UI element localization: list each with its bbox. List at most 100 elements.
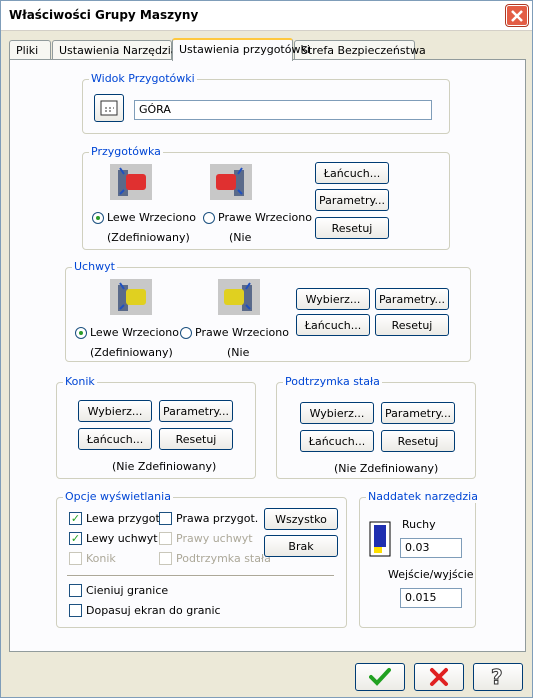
cross-icon (430, 668, 448, 686)
fit-screen-checkbox[interactable]: Dopasuj ekran do granic (69, 604, 221, 617)
checkbox-box (159, 552, 172, 565)
checkbox-label: Dopasuj ekran do granic (86, 604, 221, 617)
widok-title: Widok Przygotówki (89, 72, 197, 85)
konik-title: Konik (63, 375, 97, 388)
checkbox-label: Lewa przygot. (86, 512, 164, 525)
przygotowka-title: Przygotówka (89, 145, 163, 158)
close-icon (511, 9, 523, 22)
checkbox-box: ✓ (69, 532, 82, 545)
steadyrest-reset-button[interactable]: Resetuj (381, 430, 455, 452)
checkbox-box (159, 512, 172, 525)
view-select-button[interactable] (94, 94, 124, 122)
right-stock-icon (210, 164, 252, 203)
steadyrest-params-button[interactable]: Parametry... (381, 402, 455, 424)
tailstock-select-button[interactable]: Wybierz... (78, 400, 152, 422)
tailstock-chain-button[interactable]: Łańcuch... (78, 428, 152, 450)
chuck-left-spindle-radio[interactable]: Lewe Wrzeciono (75, 326, 179, 339)
help-button[interactable]: ? (473, 663, 523, 691)
tab-ustawienia-przygotowki[interactable]: Ustawienia przygotówki (172, 38, 310, 61)
stock-left-status: (Zdefiniowany) (107, 231, 190, 244)
naddatek-title: Naddatek narzędzia (366, 490, 480, 503)
chuck-chain-button[interactable]: Łańcuch... (296, 314, 370, 336)
radio-dot (92, 211, 104, 224)
radio-label: Prawe Wrzeciono (218, 211, 312, 224)
radio-label: Lewe Wrzeciono (90, 326, 179, 339)
stock-chain-button[interactable]: Łańcuch... (315, 162, 389, 184)
show-right-stock-checkbox[interactable]: Prawa przygot. (159, 512, 258, 525)
tab-pliki[interactable]: Pliki (9, 40, 51, 60)
left-stock-icon (110, 164, 152, 203)
select-none-button[interactable]: Brak (264, 535, 338, 557)
checkbox-label: Konik (86, 552, 116, 565)
checkbox-box (69, 604, 82, 617)
podtrzymka-title: Podtrzymka stała (283, 375, 382, 388)
chuck-select-button[interactable]: Wybierz... (296, 288, 370, 310)
stock-params-button[interactable]: Parametry... (315, 189, 389, 211)
checkbox-label: Prawa przygot. (176, 512, 259, 525)
checkbox-box (69, 552, 82, 565)
show-left-stock-checkbox[interactable]: ✓ Lewa przygot. (69, 512, 163, 525)
stock-right-spindle-radio[interactable]: Prawe Wrzeciono (203, 211, 312, 224)
checkbox-label: Cieniuj granice (86, 584, 169, 597)
stock-left-spindle-radio[interactable]: Lewe Wrzeciono (92, 211, 196, 224)
tailstock-params-button[interactable]: Parametry... (159, 400, 233, 422)
uchwyt-group: Uchwyt Lewe Wrzeciono (Zdefiniowany) Pra… (65, 260, 471, 362)
entry-exit-label: Wejście/wyjście (388, 568, 474, 581)
dialog-window: Właściwości Grupy Maszyny Pliki Ustawien… (0, 0, 533, 698)
steadyrest-status: (Nie Zdefiniowany) (334, 462, 439, 475)
cancel-button[interactable] (414, 663, 464, 691)
title-bar: Właściwości Grupy Maszyny (1, 1, 532, 31)
checkbox-box (159, 532, 172, 545)
chuck-right-status: (Nie (227, 346, 250, 359)
checkbox-box (69, 584, 82, 597)
svg-text:?: ? (491, 666, 503, 688)
select-all-button[interactable]: Wszystko (264, 508, 338, 530)
uchwyt-title: Uchwyt (72, 260, 117, 273)
moves-label: Ruchy (402, 518, 436, 531)
show-right-chuck-checkbox[interactable]: Prawy uchwyt (159, 532, 253, 545)
tab-strefa-bezpieczenstwa[interactable]: Strefa Bezpieczeństwa (294, 40, 426, 60)
steadyrest-chain-button[interactable]: Łańcuch... (300, 430, 374, 452)
divider (67, 575, 334, 577)
stock-right-status: (Nie (229, 231, 252, 244)
radio-dot (75, 326, 87, 339)
question-mark-icon: ? (491, 666, 504, 688)
checkbox-box: ✓ (69, 512, 82, 525)
left-chuck-icon (110, 279, 152, 318)
konik-group: Konik Wybierz... Parametry... Łańcuch...… (56, 375, 256, 479)
right-chuck-icon (218, 279, 260, 318)
view-value-field[interactable]: GÓRA (134, 100, 432, 120)
opcje-title: Opcje wyświetlania (63, 490, 173, 503)
radio-label: Lewe Wrzeciono (107, 211, 196, 224)
checkbox-label: Prawy uchwyt (176, 532, 253, 545)
radio-dot (203, 211, 215, 224)
show-tailstock-checkbox[interactable]: Konik (69, 552, 116, 565)
tab-panel: Widok Przygotówki GÓRA Przygotówka Lewe … (9, 59, 526, 652)
chuck-right-spindle-radio[interactable]: Prawe Wrzeciono (180, 326, 289, 339)
close-button[interactable] (506, 5, 528, 26)
show-steadyrest-checkbox[interactable]: Podtrzymka stała (159, 552, 271, 565)
show-left-chuck-checkbox[interactable]: ✓ Lewy uchwyt (69, 532, 158, 545)
checkbox-label: Lewy uchwyt (86, 532, 158, 545)
chuck-reset-button[interactable]: Resetuj (375, 314, 449, 336)
radio-dot (180, 326, 192, 339)
podtrzymka-group: Podtrzymka stała Wybierz... Parametry...… (276, 375, 476, 479)
przygotowka-group: Przygotówka Lewe Wrzeciono (Zdefiniowany… (82, 145, 450, 250)
chuck-params-button[interactable]: Parametry... (375, 288, 449, 310)
radio-label: Prawe Wrzeciono (195, 326, 289, 339)
checkbox-label: Podtrzymka stała (176, 552, 271, 565)
ok-button[interactable] (355, 663, 405, 691)
entry-exit-input[interactable]: 0.015 (400, 588, 462, 608)
tailstock-status: (Nie Zdefiniowany) (112, 460, 217, 473)
tool-clearance-icon (369, 521, 391, 560)
steadyrest-select-button[interactable]: Wybierz... (300, 402, 374, 424)
tab-ustawienia-narzedzia[interactable]: Ustawienia Narzędzia (52, 40, 178, 60)
moves-input[interactable]: 0.03 (400, 538, 462, 558)
stock-reset-button[interactable]: Resetuj (315, 217, 389, 239)
tailstock-reset-button[interactable]: Resetuj (159, 428, 233, 450)
shade-bounds-checkbox[interactable]: Cieniuj granice (69, 584, 168, 597)
naddatek-group: Naddatek narzędzia Ruchy 0.03 Wejście/wy… (359, 490, 480, 628)
chuck-left-status: (Zdefiniowany) (90, 346, 173, 359)
checkmark-icon (369, 668, 391, 686)
window-title: Właściwości Grupy Maszyny (9, 8, 199, 22)
